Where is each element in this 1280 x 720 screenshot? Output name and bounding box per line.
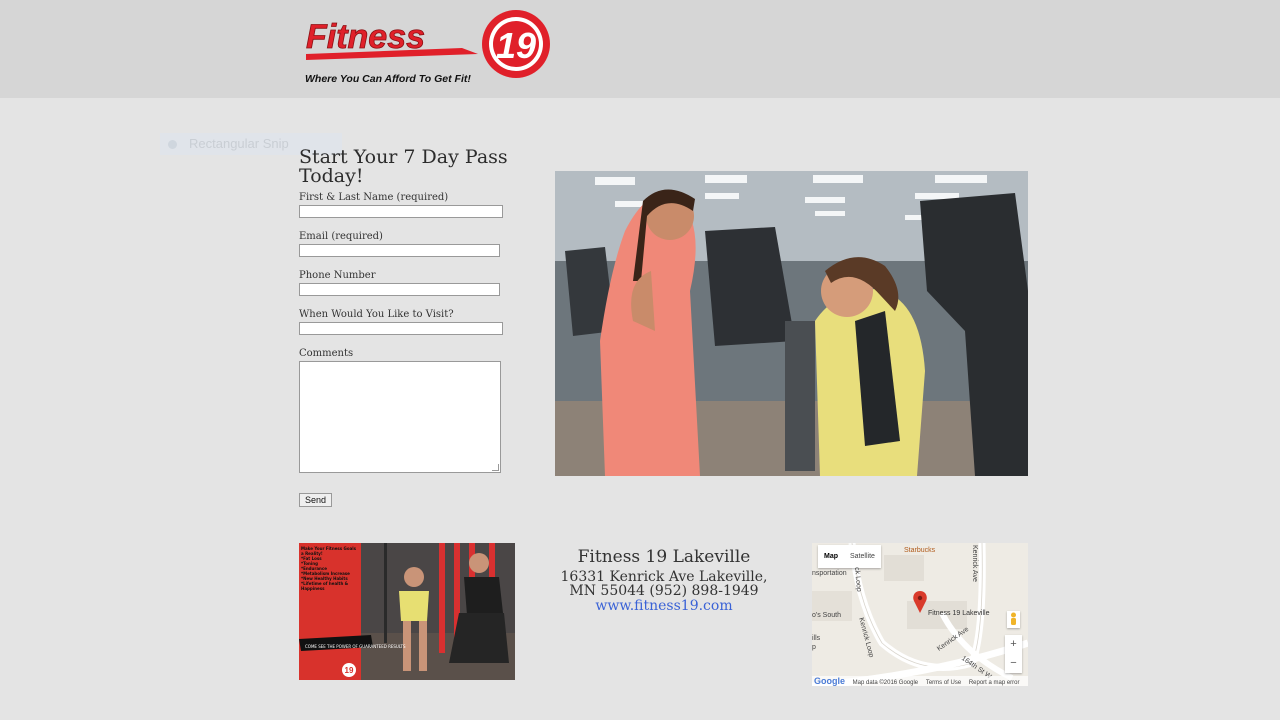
visit-date-label: When Would You Like to Visit? — [299, 309, 454, 320]
name-label: First & Last Name (required) — [299, 192, 449, 203]
fitness19-logo[interactable]: Fitness 19 Where You Can Afford To Get F… — [302, 8, 558, 88]
satellite-tab[interactable]: Satellite — [844, 545, 881, 568]
comments-label: Comments — [299, 348, 354, 359]
name-input[interactable] — [299, 205, 503, 218]
snip-label: Rectangular Snip — [189, 136, 289, 151]
location-name: Fitness 19 Lakeville — [577, 547, 751, 567]
gym-photo — [555, 171, 1028, 476]
promo-logo-number: 19 — [345, 666, 354, 675]
report-error-link[interactable]: Report a map error — [969, 680, 1020, 686]
email-label: Email (required) — [299, 231, 383, 242]
email-input[interactable] — [299, 244, 500, 257]
promo-banner: COME SEE THE POWER OF GUARANTEED RESULTS — [305, 644, 406, 649]
map-type-tabs: Map Satellite — [818, 545, 881, 568]
send-button[interactable]: Send — [299, 493, 333, 507]
map-label-starbucks: Starbucks — [904, 547, 936, 554]
map-data-credit: Map data ©2016 Google — [852, 680, 919, 686]
visit-date-input[interactable] — [299, 322, 503, 335]
website-link[interactable]: www.fitness19.com — [548, 598, 780, 614]
map-label: o's South — [812, 612, 841, 619]
zoom-out-button[interactable]: − — [1005, 654, 1022, 673]
logo-word: Fitness — [306, 18, 425, 56]
street-view-pegman-icon[interactable] — [1007, 611, 1020, 628]
location-map[interactable]: Map Satellite Starbucks nsportation o's … — [812, 543, 1028, 686]
map-zoom-control: + − — [1005, 635, 1022, 673]
resize-grip-icon[interactable] — [492, 464, 499, 471]
promo-image: Make Your Fitness Goals a Reality! *Fat … — [299, 543, 515, 680]
map-tab[interactable]: Map — [818, 545, 844, 568]
map-place-label: Fitness 19 Lakeville — [928, 610, 990, 617]
contact-info: Fitness 19 Lakeville 16331 Kenrick Ave L… — [548, 547, 780, 614]
zoom-in-button[interactable]: + — [1005, 635, 1022, 654]
map-footer: Google Map data ©2016 Google Terms of Us… — [812, 676, 1028, 686]
seven-day-pass-form: Start Your 7 Day Pass Today! First & Las… — [299, 148, 509, 507]
map-label: ills — [812, 635, 821, 642]
map-label: p — [812, 644, 816, 651]
google-logo[interactable]: Google — [814, 676, 845, 686]
form-title: Start Your 7 Day Pass Today! — [299, 146, 508, 187]
logo-tagline: Where You Can Afford To Get Fit! — [305, 73, 471, 85]
map-label-road: Kenrick Ave — [971, 545, 978, 582]
snip-icon — [168, 140, 177, 149]
address-line-1: 16331 Kenrick Ave Lakeville, — [560, 569, 768, 585]
address-line-2: MN 55044 (952) 898-1949 — [569, 583, 759, 599]
site-header: Fitness 19 Where You Can Afford To Get F… — [0, 0, 1280, 98]
phone-input[interactable] — [299, 283, 500, 296]
terms-link[interactable]: Terms of Use — [926, 680, 961, 686]
comments-textarea[interactable] — [299, 361, 501, 473]
map-label: nsportation — [812, 570, 847, 577]
phone-label: Phone Number — [299, 270, 376, 281]
logo-number: 19 — [496, 25, 536, 66]
